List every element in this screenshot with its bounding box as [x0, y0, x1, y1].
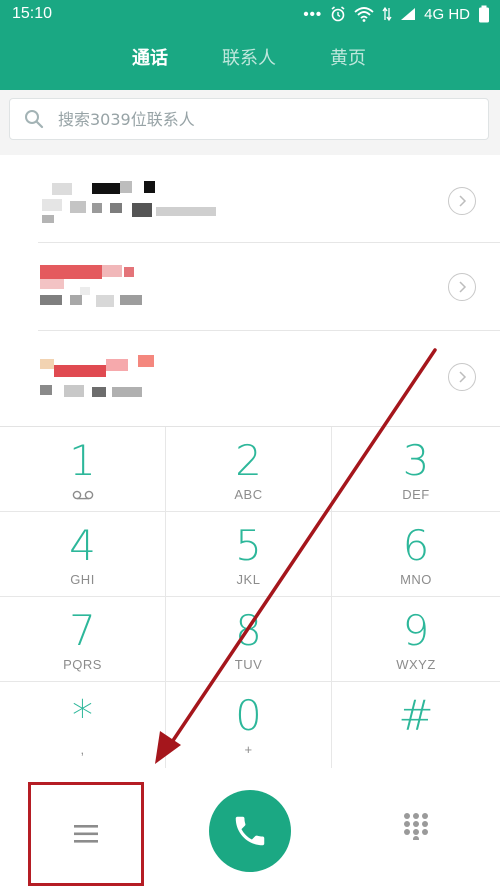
- phone-icon: [235, 816, 265, 846]
- dial-key-1[interactable]: 1: [0, 427, 166, 512]
- key-digit: 4: [69, 521, 96, 570]
- search-input[interactable]: [56, 103, 480, 135]
- tab-yellow-pages[interactable]: 黄页: [330, 44, 366, 70]
- suggestion-row[interactable]: [0, 155, 500, 243]
- wifi-icon: [354, 7, 374, 22]
- dialpad-toggle-icon[interactable]: [402, 812, 430, 840]
- dial-key-star[interactable]: * ,: [0, 682, 166, 769]
- tab-bar: 通话 联系人 黄页: [0, 44, 500, 78]
- dial-key-7[interactable]: 7 PQRS: [0, 597, 166, 682]
- dial-key-hash[interactable]: #: [332, 682, 500, 769]
- key-letters: ,: [80, 742, 85, 757]
- dial-key-2[interactable]: 2 ABC: [166, 427, 332, 512]
- key-letters: JKL: [236, 572, 261, 587]
- key-letters: ABC: [234, 487, 263, 502]
- dial-key-5[interactable]: 5 JKL: [166, 512, 332, 597]
- key-letters: GHI: [70, 572, 95, 587]
- key-digit: 8: [235, 606, 262, 655]
- dial-key-8[interactable]: 8 TUV: [166, 597, 332, 682]
- chevron-right-icon: [459, 281, 467, 293]
- tab-calls[interactable]: 通话: [132, 44, 168, 70]
- dial-key-6[interactable]: 6 MNO: [332, 512, 500, 597]
- chevron-right-icon: [459, 195, 467, 207]
- key-digit: 9: [402, 606, 430, 655]
- voicemail-icon: [72, 490, 94, 500]
- dial-pad: 1 2 ABC 3 DEF 4 GHI 5 JKL 6 MNO 7 PQRS 8…: [0, 426, 500, 769]
- key-digit: 5: [235, 521, 262, 570]
- contact-detail-button[interactable]: [448, 273, 476, 301]
- dial-key-4[interactable]: 4 GHI: [0, 512, 166, 597]
- key-letters: PQRS: [63, 657, 102, 672]
- data-arrows-icon: [382, 6, 392, 22]
- key-digit: 7: [69, 606, 96, 655]
- key-digit: 0: [235, 691, 262, 740]
- key-digit: 3: [402, 436, 430, 485]
- search-area: [0, 90, 500, 155]
- chevron-right-icon: [459, 371, 467, 383]
- search-icon: [25, 110, 44, 129]
- suggestion-row[interactable]: [0, 243, 500, 331]
- tab-contacts[interactable]: 联系人: [222, 44, 276, 70]
- key-letters: +: [244, 742, 253, 757]
- network-label: 4G HD: [424, 5, 470, 23]
- key-letters: WXYZ: [396, 657, 436, 672]
- notification-dots: •••: [303, 5, 323, 23]
- key-digit: *: [72, 691, 93, 740]
- key-digit: #: [398, 691, 434, 740]
- alarm-icon: [331, 6, 345, 22]
- key-digit: 2: [235, 436, 262, 485]
- search-box[interactable]: [9, 98, 489, 140]
- status-icons: ••• 4G HD: [303, 5, 490, 23]
- key-letters: TUV: [234, 657, 263, 672]
- key-digit: 6: [402, 521, 430, 570]
- menu-button[interactable]: [28, 782, 144, 886]
- suggestion-row[interactable]: [0, 331, 500, 426]
- key-letters: MNO: [400, 572, 432, 587]
- battery-icon: [479, 5, 489, 23]
- bottom-action-bar: [0, 768, 500, 889]
- call-button[interactable]: [209, 790, 291, 872]
- status-bar: 15:10 ••• 4G HD: [0, 0, 500, 30]
- key-letters: DEF: [402, 487, 430, 502]
- dial-key-3[interactable]: 3 DEF: [332, 427, 500, 512]
- signal-icon: [401, 8, 416, 20]
- status-time: 15:10: [12, 5, 53, 22]
- contact-detail-button[interactable]: [448, 187, 476, 215]
- dial-key-9[interactable]: 9 WXYZ: [332, 597, 500, 682]
- menu-icon: [74, 825, 98, 843]
- dial-key-0[interactable]: 0 +: [166, 682, 332, 769]
- contact-detail-button[interactable]: [448, 363, 476, 391]
- key-digit: 1: [69, 436, 96, 485]
- app-header: 15:10 ••• 4G HD 通话 联系人 黄页: [0, 0, 500, 90]
